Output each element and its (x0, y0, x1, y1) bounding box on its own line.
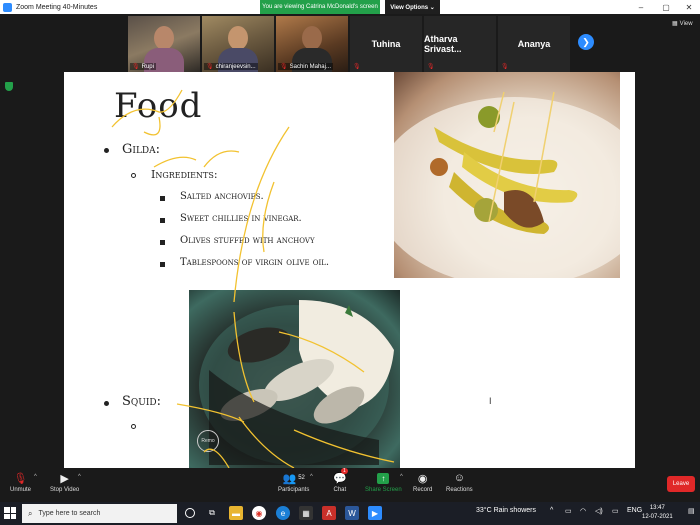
mic-muted-icon: 🎙 (132, 64, 140, 70)
zoom-taskbar-icon[interactable]: ▶ (368, 506, 382, 520)
taskbar-search-box[interactable]: ⌕ Type here to search (22, 504, 177, 523)
reactions-label: Reactions (446, 487, 473, 493)
meeting-toolbar: 🎙 Unmute ^ ▶ Stop Video ^ 👥 52 Participa… (0, 468, 700, 502)
participant-tile[interactable]: 🎙 chiranjeevsin... (202, 16, 274, 72)
search-placeholder: Type here to search (38, 510, 101, 517)
record-icon: ◉ (417, 472, 428, 485)
mic-muted-icon: 🎙 (501, 64, 509, 70)
stop-video-label: Stop Video (50, 487, 80, 493)
participant-name-row: 🎙 Rupi (130, 63, 156, 70)
taskbar-clock[interactable]: 13:47 12-07-2021 (642, 504, 673, 522)
participant-name: Sachin Mahaj... (289, 63, 331, 70)
video-options-caret-icon[interactable]: ^ (78, 474, 81, 480)
windows-start-icon[interactable] (4, 507, 16, 519)
meeting-area: 🎙 Rupi 🎙 chiranjeevsin... 🎙 Sachin Mahaj… (0, 14, 700, 468)
record-button[interactable]: ◉ Record (413, 472, 433, 494)
participant-name: chiranjeevsin... (215, 63, 256, 70)
participant-tile[interactable]: Tuhina 🎙 (350, 16, 422, 72)
tray-overflow-icon[interactable]: ^ (550, 507, 553, 514)
chat-button[interactable]: 💬 1 Chat (333, 468, 348, 493)
stop-video-button[interactable]: ▶ Stop Video (50, 472, 80, 494)
mic-muted-icon: 🎙 (353, 64, 361, 70)
participants-caret-icon[interactable]: ^ (310, 474, 313, 480)
participants-count: 52 (298, 475, 305, 481)
participant-tile[interactable]: Ananya 🎙 (498, 16, 570, 72)
share-screen-button[interactable]: ↑ Share Screen (365, 472, 402, 493)
next-page-arrow-icon[interactable]: ❯ (578, 34, 594, 50)
network-icon[interactable]: ▭ (565, 507, 572, 515)
participant-strip: 🎙 Rupi 🎙 chiranjeevsin... 🎙 Sachin Mahaj… (128, 16, 570, 72)
shared-screen-slide[interactable]: Food Gilda: Ingredients: Salted anchovie… (64, 72, 635, 468)
participant-tile[interactable]: 🎙 Sachin Mahaj... (276, 16, 348, 72)
grid-icon: ▦ (672, 21, 678, 27)
audio-options-caret-icon[interactable]: ^ (34, 474, 37, 480)
participants-label: Participants (278, 487, 310, 493)
viewing-banner: You are viewing Catrina McDonald's scree… (260, 0, 380, 14)
share-options-caret-icon[interactable]: ^ (400, 474, 403, 480)
chat-icon: 💬 1 (333, 468, 348, 485)
clock-date: 12-07-2021 (642, 514, 673, 520)
annotation-layer (111, 89, 395, 468)
cortana-icon[interactable] (185, 508, 195, 518)
participants-icon: 👥 52 (282, 472, 305, 485)
view-options-button[interactable]: View Options ⌄ (385, 0, 440, 14)
unmute-button[interactable]: 🎙 Unmute (10, 472, 32, 494)
people-icon: 👥 (282, 472, 297, 485)
zoom-app-icon (3, 2, 12, 12)
view-layout-button[interactable]: ▦ View (672, 20, 693, 28)
mic-muted-icon: 🎙 (427, 64, 435, 70)
share-screen-label: Share Screen (365, 487, 402, 493)
wifi-icon[interactable]: ◠ (580, 507, 586, 515)
maximize-icon[interactable]: ▢ (655, 0, 677, 14)
windows-taskbar: ⌕ Type here to search ⧉ ▬ ◉ e ▦ A W ▶ 33… (0, 502, 700, 525)
view-layout-label: View (679, 20, 693, 27)
participants-button[interactable]: 👥 52 Participants (278, 472, 310, 494)
close-icon[interactable]: ✕ (678, 0, 700, 14)
language-indicator[interactable]: ENG (627, 507, 642, 514)
text-cursor-icon: I (489, 396, 492, 406)
smiley-plus-icon: ☺ (453, 472, 465, 484)
participant-name-row: 🎙 chiranjeevsin... (204, 63, 258, 70)
weather-widget[interactable]: 33°C Rain showers (476, 507, 536, 514)
participant-face (154, 26, 174, 50)
security-shield-icon[interactable] (5, 82, 13, 91)
share-screen-icon: ↑ (377, 472, 390, 484)
notifications-icon[interactable]: ▤ (688, 507, 695, 515)
pdf-reader-icon[interactable]: A (322, 506, 336, 520)
chrome-icon[interactable]: ◉ (252, 506, 266, 520)
mic-muted-icon: 🎙 (13, 472, 28, 485)
word-icon[interactable]: W (345, 506, 359, 520)
chat-badge: 1 (341, 468, 348, 474)
chat-label: Chat (333, 487, 347, 493)
search-icon: ⌕ (28, 508, 33, 518)
participant-face (302, 26, 322, 50)
battery-icon[interactable]: ▭ (612, 507, 619, 515)
mic-muted-icon: 🎙 (280, 64, 288, 70)
record-label: Record (413, 487, 433, 493)
video-camera-icon: ▶ (60, 472, 69, 485)
participant-name: Atharva Srivast... (424, 34, 462, 54)
window-title: Zoom Meeting 40-Minutes (16, 3, 98, 11)
participant-name: Tuhina (371, 39, 401, 49)
window-title-bar: Zoom Meeting 40-Minutes You are viewing … (0, 0, 700, 14)
file-explorer-icon[interactable]: ▬ (229, 506, 243, 520)
clock-time: 13:47 (649, 505, 665, 511)
reactions-button[interactable]: ☺ Reactions (446, 472, 473, 493)
participant-tile[interactable]: Atharva Srivast... 🎙 (424, 16, 496, 72)
participant-name: Rupi (141, 63, 154, 70)
participant-tile[interactable]: 🎙 Rupi (128, 16, 200, 72)
edge-icon[interactable]: e (276, 506, 290, 520)
participant-face (228, 26, 248, 50)
volume-icon[interactable]: ◁) (595, 507, 603, 515)
share-arrow-icon: ↑ (377, 472, 390, 484)
participant-name: Ananya (517, 39, 551, 49)
store-icon[interactable]: ▦ (299, 506, 313, 520)
unmute-label: Unmute (10, 487, 32, 493)
participant-name-row: 🎙 Sachin Mahaj... (278, 63, 333, 70)
leave-button[interactable]: Leave (667, 476, 695, 492)
minimize-icon[interactable]: – (630, 0, 652, 14)
task-view-icon[interactable]: ⧉ (205, 506, 219, 520)
mic-muted-icon: 🎙 (206, 64, 214, 70)
